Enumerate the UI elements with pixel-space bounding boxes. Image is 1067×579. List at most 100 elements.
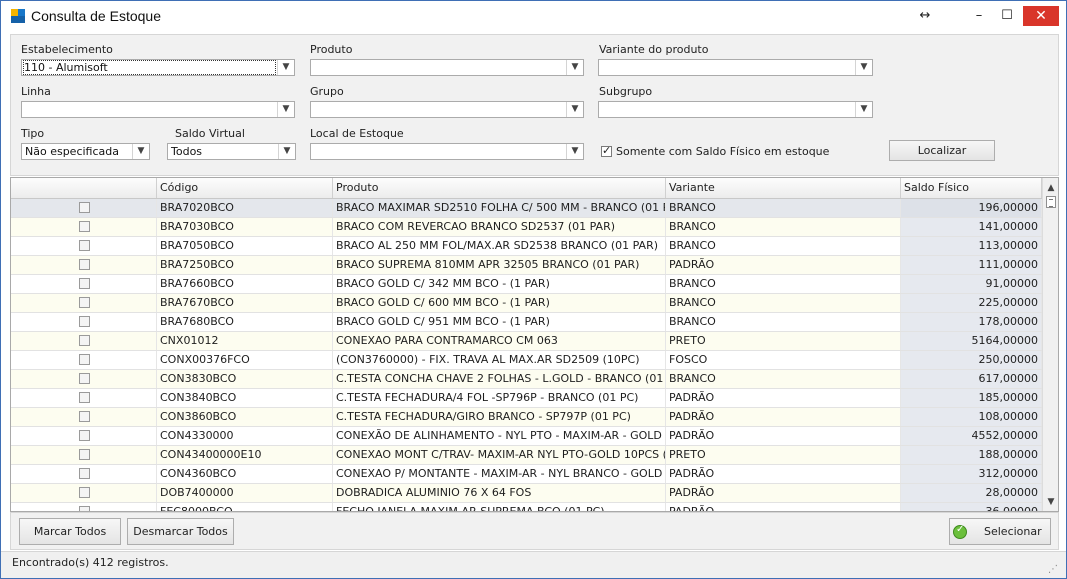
row-checkbox[interactable] xyxy=(79,335,90,346)
chevron-down-icon[interactable]: ▼ xyxy=(855,60,872,75)
row-checkbox[interactable] xyxy=(79,259,90,270)
minimize-button[interactable]: – xyxy=(967,5,991,27)
table-row[interactable]: CON4360BCO CONEXAO P/ MONTANTE - MAXIM-AR… xyxy=(11,465,1042,484)
saldo-cell: 196,00000 xyxy=(901,199,1042,217)
table-row[interactable]: FEC8000BCOFECHO JANELA MAXIM-AR SUPREMA … xyxy=(11,503,1042,511)
row-checkbox[interactable] xyxy=(79,354,90,365)
subgrupo-select[interactable]: ▼ xyxy=(598,101,873,118)
chevron-down-icon[interactable]: ▼ xyxy=(566,60,583,75)
row-select-cell[interactable] xyxy=(11,237,157,255)
variante-cell: BRANCO xyxy=(666,237,901,255)
chevron-down-icon[interactable]: ▼ xyxy=(277,60,294,75)
resize-horizontal-icon[interactable]: ↔ xyxy=(913,5,937,27)
row-checkbox[interactable] xyxy=(79,297,90,308)
somente-saldo-checkbox[interactable] xyxy=(601,144,612,157)
row-checkbox[interactable] xyxy=(79,240,90,251)
row-select-cell[interactable] xyxy=(11,446,157,464)
chevron-down-icon[interactable]: ▼ xyxy=(277,102,294,117)
chevron-down-icon[interactable]: ▼ xyxy=(278,144,295,159)
table-row[interactable]: BRA7250BCO BRACO SUPREMA 810MM APR 32505 … xyxy=(11,256,1042,275)
chevron-down-icon[interactable]: ▼ xyxy=(132,144,149,159)
localizar-button[interactable]: Localizar xyxy=(889,140,995,161)
saldo-cell: 28,00000 xyxy=(901,484,1042,502)
row-select-cell[interactable] xyxy=(11,313,157,331)
row-select-cell[interactable] xyxy=(11,218,157,236)
table-row[interactable]: CNX01012 CONEXAO PARA CONTRAMARCO CM 063 P… xyxy=(11,332,1042,351)
row-checkbox[interactable] xyxy=(79,316,90,327)
chevron-down-icon[interactable]: ▼ xyxy=(566,144,583,159)
produto-cell: BRACO GOLD C/ 951 MM BCO - (1 PAR) xyxy=(333,313,666,331)
row-checkbox[interactable] xyxy=(79,487,90,498)
close-button[interactable]: ✕ xyxy=(1023,6,1059,26)
row-select-cell[interactable] xyxy=(11,427,157,445)
table-row[interactable]: CON3830BCO C.TESTA CONCHA CHAVE 2 FOLHAS … xyxy=(11,370,1042,389)
selecionar-label: Selecionar xyxy=(984,525,1042,538)
chevron-down-icon[interactable]: ▼ xyxy=(566,102,583,117)
desmarcar-todos-button[interactable]: Desmarcar Todos xyxy=(127,518,234,545)
marcar-todos-button[interactable]: Marcar Todos xyxy=(19,518,121,545)
saldo-cell: 111,00000 xyxy=(901,256,1042,274)
somente-saldo-label[interactable]: Somente com Saldo Físico em estoque xyxy=(616,145,829,158)
scroll-down-icon[interactable]: ▼ xyxy=(1045,496,1057,508)
table-row[interactable]: BRA7020BCO BRACO MAXIMAR SD2510 FOLHA C/ … xyxy=(11,199,1042,218)
row-checkbox[interactable] xyxy=(79,202,90,213)
table-row[interactable]: CON43400000E10 CONEXAO MONT C/TRAV- MAXIM… xyxy=(11,446,1042,465)
row-checkbox[interactable] xyxy=(79,411,90,422)
row-select-cell[interactable] xyxy=(11,484,157,502)
table-row[interactable]: DOB7400000 DOBRADICA ALUMINIO 76 X 64 FOS… xyxy=(11,484,1042,503)
row-select-cell[interactable] xyxy=(11,370,157,388)
resize-grip-icon[interactable]: ⋰ xyxy=(1048,564,1058,575)
vertical-scrollbar[interactable]: ▲ ▼ xyxy=(1042,178,1058,511)
selecionar-button[interactable]: Selecionar xyxy=(949,518,1051,545)
row-checkbox[interactable] xyxy=(79,392,90,403)
column-header-produto[interactable]: Produto xyxy=(333,178,666,198)
table-row[interactable]: CONX00376FCO (CON3760000) - FIX. TRAVA AL… xyxy=(11,351,1042,370)
row-select-cell[interactable] xyxy=(11,256,157,274)
maximize-button[interactable]: ☐ xyxy=(995,5,1019,27)
row-select-cell[interactable] xyxy=(11,389,157,407)
row-select-cell[interactable] xyxy=(11,332,157,350)
row-select-cell[interactable] xyxy=(11,408,157,426)
column-header-saldo[interactable]: Saldo Físico xyxy=(901,178,1042,198)
saldo-virtual-select[interactable]: Todos ▼ xyxy=(167,143,296,160)
column-header-variante[interactable]: Variante xyxy=(666,178,901,198)
table-row[interactable]: BRA7050BCO BRACO AL 250 MM FOL/MAX.AR SD2… xyxy=(11,237,1042,256)
table-row[interactable]: BRA7680BCO BRACO GOLD C/ 951 MM BCO - (1 … xyxy=(11,313,1042,332)
estabelecimento-select[interactable]: 110 - Alumisoft ▼ xyxy=(21,59,295,76)
local-estoque-select[interactable]: ▼ xyxy=(310,143,584,160)
tipo-select[interactable]: Não especificada ▼ xyxy=(21,143,150,160)
subgrupo-label: Subgrupo xyxy=(599,85,653,98)
table-row[interactable]: BRA7670BCO BRACO GOLD C/ 600 MM BCO - (1 … xyxy=(11,294,1042,313)
variante-select[interactable]: ▼ xyxy=(598,59,873,76)
produto-select[interactable]: ▼ xyxy=(310,59,584,76)
row-select-cell[interactable] xyxy=(11,199,157,217)
row-select-cell[interactable] xyxy=(11,503,157,511)
row-checkbox[interactable] xyxy=(79,449,90,460)
chevron-down-icon[interactable]: ▼ xyxy=(855,102,872,117)
app-logo-icon xyxy=(11,9,25,23)
row-checkbox[interactable] xyxy=(79,468,90,479)
column-header-select[interactable] xyxy=(11,178,157,198)
row-select-cell[interactable] xyxy=(11,275,157,293)
saldo-cell: 4552,00000 xyxy=(901,427,1042,445)
scrollbar-thumb[interactable] xyxy=(1046,196,1056,208)
row-select-cell[interactable] xyxy=(11,294,157,312)
title-bar: Consulta de Estoque ↔ – ☐ ✕ xyxy=(1,1,1066,31)
row-select-cell[interactable] xyxy=(11,351,157,369)
grupo-select[interactable]: ▼ xyxy=(310,101,584,118)
row-checkbox[interactable] xyxy=(79,430,90,441)
table-row[interactable]: CON3860BCO C.TESTA FECHADURA/GIRO BRANCO … xyxy=(11,408,1042,427)
table-row[interactable]: CON3840BCO C.TESTA FECHADURA/4 FOL -SP796… xyxy=(11,389,1042,408)
linha-select[interactable]: ▼ xyxy=(21,101,295,118)
row-checkbox[interactable] xyxy=(79,278,90,289)
table-row[interactable]: BRA7030BCO BRACO COM REVERCAO BRANCO SD25… xyxy=(11,218,1042,237)
variante-cell: PADRÃO xyxy=(666,465,901,483)
column-header-codigo[interactable]: Código xyxy=(157,178,333,198)
table-row[interactable]: BRA7660BCO BRACO GOLD C/ 342 MM BCO - (1 … xyxy=(11,275,1042,294)
row-checkbox[interactable] xyxy=(79,506,90,511)
row-checkbox[interactable] xyxy=(79,221,90,232)
row-checkbox[interactable] xyxy=(79,373,90,384)
row-select-cell[interactable] xyxy=(11,465,157,483)
table-row[interactable]: CON4330000 CONEXÃO DE ALINHAMENTO - NYL P… xyxy=(11,427,1042,446)
scroll-up-icon[interactable]: ▲ xyxy=(1045,182,1057,194)
